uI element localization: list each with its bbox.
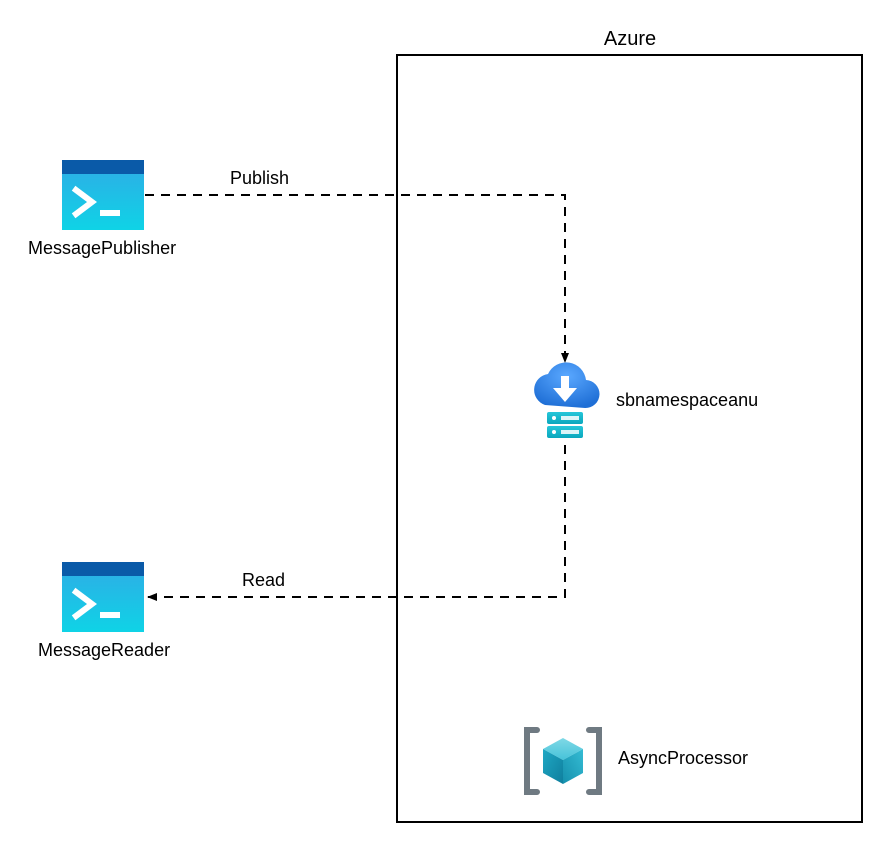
architecture-diagram: Azure Publish Read Messag bbox=[0, 0, 889, 841]
azure-boundary-title: Azure bbox=[600, 28, 660, 51]
resource-group-label: AsyncProcessor bbox=[618, 748, 748, 769]
resource-group-icon bbox=[519, 724, 607, 798]
service-bus-label: sbnamespaceanu bbox=[616, 390, 758, 411]
service-bus-node bbox=[525, 362, 605, 442]
azure-boundary bbox=[396, 54, 863, 823]
message-publisher-node bbox=[62, 160, 144, 230]
edge-publish-label: Publish bbox=[230, 168, 289, 189]
edge-read-label: Read bbox=[242, 570, 285, 591]
message-reader-label: MessageReader bbox=[38, 640, 170, 661]
message-publisher-label: MessagePublisher bbox=[28, 238, 176, 259]
message-reader-node bbox=[62, 562, 144, 632]
terminal-icon bbox=[62, 160, 144, 230]
cloud-service-bus-icon bbox=[525, 362, 605, 442]
terminal-icon bbox=[62, 562, 144, 632]
resource-group-node bbox=[519, 724, 607, 798]
